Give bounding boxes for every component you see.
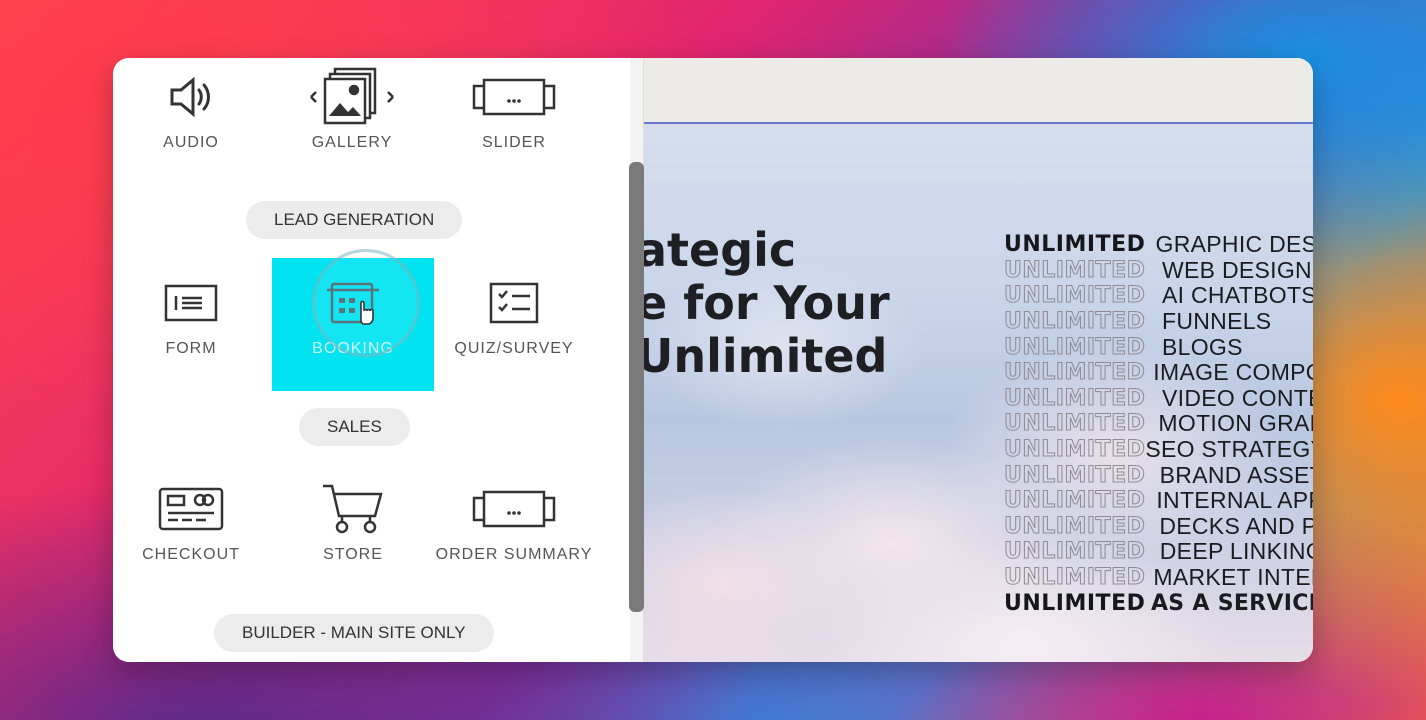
service-prefix: UNLIMITED [1003, 437, 1146, 463]
service-label: BLOGS [1162, 333, 1243, 360]
hero-section[interactable]: ategic e for Your Unlimited UNLIMITED GRA… [644, 124, 1313, 662]
slider-icon [434, 64, 594, 130]
service-prefix: UNLIMITED [1004, 232, 1146, 258]
service-prefix: UNLIMITED [1003, 513, 1146, 539]
service-row: UNLIMITED MARKET INTEL [1003, 564, 1313, 591]
service-label: DEEP LINKING [1159, 538, 1313, 565]
service-prefix: UNLIMITED [1004, 462, 1146, 488]
service-label: DECKS AND PI [1159, 512, 1313, 539]
element-quiz-survey[interactable]: QUIZ/SURVEY [434, 270, 594, 358]
page-canvas[interactable]: ategic e for Your Unlimited UNLIMITED GRA… [644, 58, 1313, 662]
element-label: ORDER SUMMARY [435, 546, 593, 563]
headline-line: ategic [644, 223, 797, 277]
service-row: UNLIMITED DECKS AND PI [1003, 512, 1313, 540]
element-gallery[interactable]: GALLERY [272, 64, 432, 152]
service-label: INTERNAL APP [1156, 487, 1313, 514]
service-label: AI CHATBOTS [1162, 282, 1313, 309]
service-row: UNLIMITED DEEP LINKING [1004, 538, 1313, 565]
element-label: FORM [165, 340, 217, 357]
element-audio[interactable]: AUDIO [113, 64, 271, 152]
element-panel: AUDIO GALLERY SLIDER LEAD GENERATION FOR… [113, 58, 630, 662]
credit-card-icon [113, 476, 271, 542]
service-row: UNLIMITED SEO STRATEGY [1003, 436, 1313, 463]
slider-icon [424, 476, 604, 542]
section-lead-generation: LEAD GENERATION [246, 201, 463, 239]
form-icon [113, 270, 271, 336]
service-label: IMAGE COMPO [1153, 359, 1313, 386]
gallery-icon [272, 64, 432, 130]
service-prefix: UNLIMITED [1003, 411, 1146, 437]
service-footer: UNLIMITED AS A SERVICE [1004, 590, 1313, 616]
service-row: UNLIMITED WEB DESIGN [1004, 256, 1313, 284]
element-label: AUDIO [163, 134, 219, 151]
service-row: UNLIMITED GRAPHIC DESI [1004, 231, 1313, 258]
service-prefix: UNLIMITED [1004, 590, 1146, 616]
service-label: SEO STRATEGY [1145, 436, 1313, 463]
service-prefix: UNLIMITED [1004, 334, 1146, 360]
cart-icon [273, 476, 433, 542]
service-prefix: UNLIMITED [1004, 283, 1146, 309]
element-label: GALLERY [311, 134, 393, 151]
element-label: STORE [323, 546, 383, 563]
service-label: GRAPHIC DESI [1155, 231, 1313, 258]
element-label: QUIZ/SURVEY [454, 340, 574, 357]
headline-line: e for Your [644, 276, 890, 330]
service-row: UNLIMITED INTERNAL APP [1003, 487, 1313, 514]
element-order-summary[interactable]: ORDER SUMMARY [424, 476, 604, 564]
service-prefix: UNLIMITED [1003, 488, 1146, 514]
service-row: UNLIMITED AI CHATBOTS [1004, 282, 1314, 309]
element-form[interactable]: FORM [113, 270, 271, 358]
element-label: CHECKOUT [142, 546, 240, 563]
service-row: UNLIMITED IMAGE COMPO [1003, 359, 1313, 386]
speaker-icon [113, 64, 271, 130]
panel-scrollbar-thumb[interactable] [629, 162, 644, 612]
service-prefix: UNLIMITED [1004, 309, 1146, 335]
services-list: UNLIMITED GRAPHIC DESI UNLIMITED WEB DESIGN… [1003, 231, 1314, 616]
service-row: UNLIMITED BRAND ASSET [1004, 461, 1313, 489]
service-row: UNLIMITED MOTION GRAF [1003, 410, 1313, 437]
service-prefix: UNLIMITED [1004, 257, 1146, 283]
service-prefix: UNLIMITED [1004, 385, 1146, 411]
headline-line: Unlimited [644, 329, 888, 383]
service-row: UNLIMITED FUNNELS [1004, 308, 1313, 335]
service-label: WEB DESIGN [1162, 256, 1312, 283]
element-slider[interactable]: SLIDER [434, 64, 594, 152]
service-label: FUNNELS [1162, 308, 1272, 335]
service-label: MARKET INTEL [1153, 564, 1313, 591]
service-row: UNLIMITED BLOGS [1004, 333, 1313, 361]
section-sales: SALES [299, 408, 410, 446]
service-row: UNLIMITED VIDEO CONTE [1004, 384, 1314, 412]
element-checkout[interactable]: CHECKOUT [113, 476, 271, 564]
service-prefix: UNLIMITED [1003, 565, 1146, 591]
service-prefix: UNLIMITED [1004, 539, 1146, 565]
service-label: AS A SERVICE [1150, 590, 1313, 616]
service-label: VIDEO CONTE [1162, 384, 1313, 411]
element-label: SLIDER [482, 134, 546, 151]
section-builder-main-site: BUILDER - MAIN SITE ONLY [214, 614, 494, 652]
cursor-ripple [312, 249, 420, 357]
quiz-icon [434, 270, 594, 336]
service-label: MOTION GRAF [1158, 410, 1313, 437]
service-label: BRAND ASSET [1159, 461, 1313, 488]
hero-headline[interactable]: ategic e for Your Unlimited [644, 224, 890, 383]
element-store[interactable]: STORE [273, 476, 433, 564]
service-prefix: UNLIMITED [1003, 360, 1146, 386]
app-window: AUDIO GALLERY SLIDER LEAD GENERATION FOR… [113, 58, 1313, 662]
